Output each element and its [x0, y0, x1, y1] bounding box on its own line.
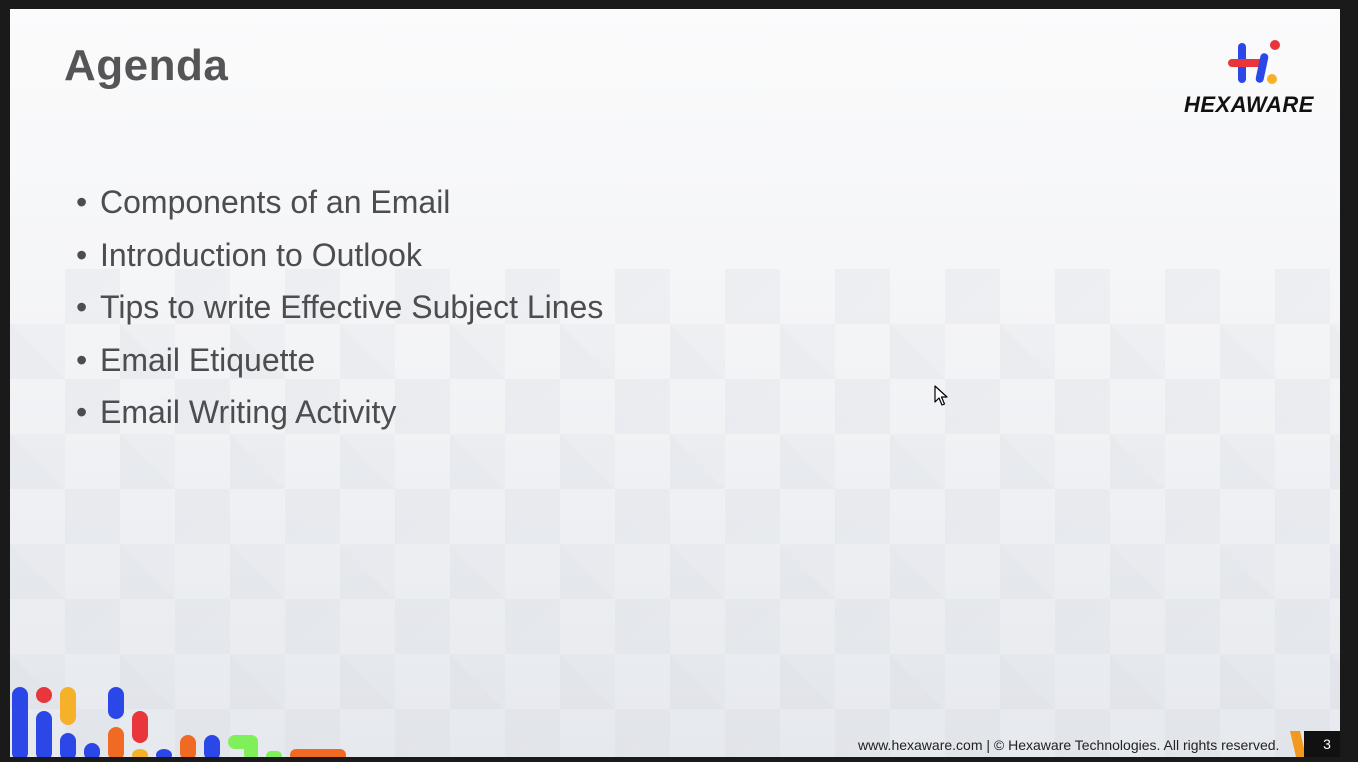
agenda-item: • Tips to write Effective Subject Lines — [76, 286, 603, 339]
bullet-dot: • — [76, 289, 88, 325]
page-number: 3 — [1323, 736, 1331, 752]
bullet-dot: • — [76, 341, 88, 378]
bullet-dot: • — [76, 394, 88, 430]
hi-logo-icon — [1228, 40, 1280, 84]
agenda-item-label: Email Etiquette — [100, 341, 316, 378]
mouse-pointer-icon — [934, 385, 950, 412]
agenda-item: • Introduction to Outlook — [76, 234, 603, 287]
agenda-item: • Email Writing Activity — [76, 391, 603, 444]
footer-copyright: www.hexaware.com | © Hexaware Technologi… — [858, 737, 1280, 753]
agenda-item-label: Tips to write Effective Subject Lines — [100, 289, 604, 325]
agenda-list: • Components of an Email • Introduction to… — [76, 181, 603, 444]
bullet-dot: • — [76, 184, 88, 220]
bullet-dot: • — [76, 236, 88, 273]
agenda-item: • Components of an Email — [76, 181, 603, 234]
slide-title: Agenda — [64, 41, 229, 90]
agenda-item-label: Email Writing Activity — [100, 394, 397, 430]
logo-wordmark: HEXAWARE — [1184, 92, 1314, 117]
agenda-item: • Email Etiquette — [76, 339, 603, 392]
slide: Agenda HEXAWARE • Components of an Email … — [10, 9, 1340, 757]
decorative-bars-graphic — [12, 687, 346, 757]
hexaware-logo: HEXAWARE — [1180, 37, 1325, 119]
agenda-item-label: Introduction to Outlook — [100, 236, 422, 273]
agenda-item-label: Components of an Email — [100, 184, 451, 220]
